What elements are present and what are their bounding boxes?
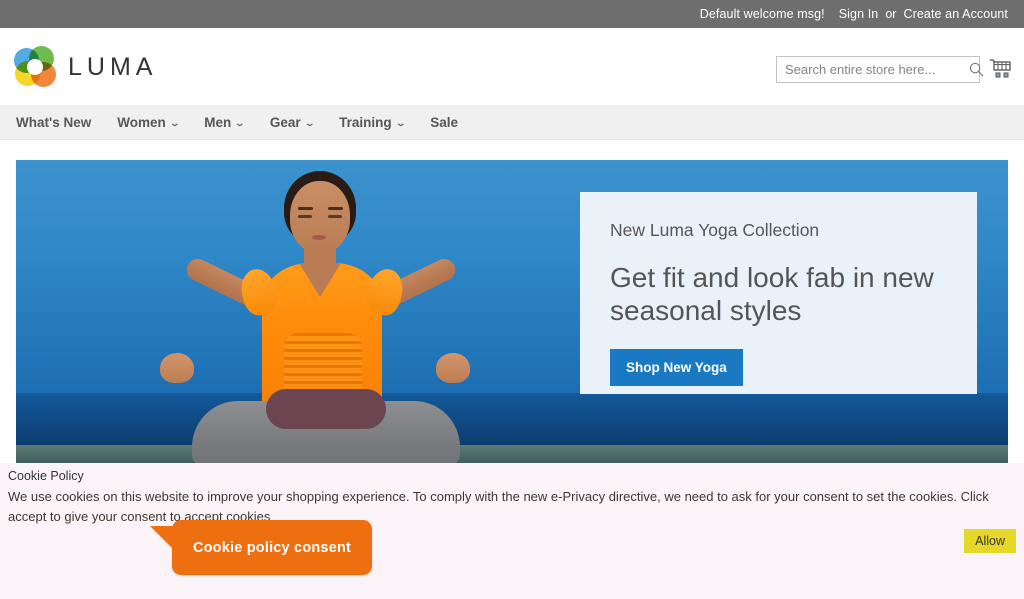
nav-item-men[interactable]: Men ⌄ (204, 114, 246, 130)
sign-in-link[interactable]: Sign In (839, 7, 879, 21)
cookie-policy-consent-callout[interactable]: Cookie policy consent (150, 520, 372, 575)
nav-item-training[interactable]: Training ⌄ (339, 114, 407, 130)
chevron-down-icon: ⌄ (303, 117, 316, 128)
nav-label: Men (204, 114, 232, 130)
search-icon[interactable] (969, 57, 984, 82)
hero-model-image (136, 165, 536, 465)
chevron-down-icon: ⌄ (168, 117, 181, 128)
site-logo[interactable]: LUMA (14, 46, 157, 88)
nav-label: Sale (430, 114, 459, 130)
top-utility-bar: Default welcome msg! Sign In or Create a… (0, 0, 1024, 28)
nav-label: What's New (16, 114, 92, 130)
hero-text-panel: New Luma Yoga Collection Get fit and loo… (580, 192, 977, 394)
search-box[interactable] (776, 56, 984, 83)
logo-wordmark: LUMA (68, 52, 158, 81)
cookie-policy-text: We use cookies on this website to improv… (8, 489, 989, 524)
shop-new-yoga-button[interactable]: Shop New Yoga (610, 349, 743, 386)
allow-button[interactable]: Allow (964, 529, 1016, 553)
hero-banner[interactable]: New Luma Yoga Collection Get fit and loo… (16, 160, 1008, 465)
nav-label: Gear (269, 114, 301, 130)
hero-eyebrow: New Luma Yoga Collection (610, 220, 820, 240)
search-input[interactable] (777, 57, 969, 82)
nav-label: Women (117, 114, 166, 130)
main-navigation: What's New Women ⌄ Men ⌄ Gear ⌄ Training… (0, 105, 1024, 140)
callout-label: Cookie policy consent (192, 539, 352, 556)
create-account-link[interactable]: Create an Account (903, 7, 1008, 21)
nav-item-gear[interactable]: Gear ⌄ (269, 114, 316, 130)
site-header: LUMA (0, 28, 1024, 105)
chevron-down-icon: ⌄ (234, 117, 246, 128)
shopping-cart-icon[interactable] (986, 54, 1016, 84)
chevron-down-icon: ⌄ (394, 117, 407, 128)
luma-ring-logo-icon (14, 46, 56, 88)
nav-item-women[interactable]: Women ⌄ (117, 114, 181, 130)
nav-item-whats-new[interactable]: What's New (16, 115, 91, 130)
nav-item-sale[interactable]: Sale (430, 115, 458, 130)
hero-title: Get fit and look fab in new seasonal sty… (610, 262, 934, 326)
nav-label: Training (339, 114, 392, 130)
cookie-policy-title: Cookie Policy (8, 469, 84, 483)
or-separator: or (885, 7, 897, 21)
welcome-message: Default welcome msg! (699, 7, 825, 21)
page-root: Default welcome msg! Sign In or Create a… (0, 0, 1024, 599)
